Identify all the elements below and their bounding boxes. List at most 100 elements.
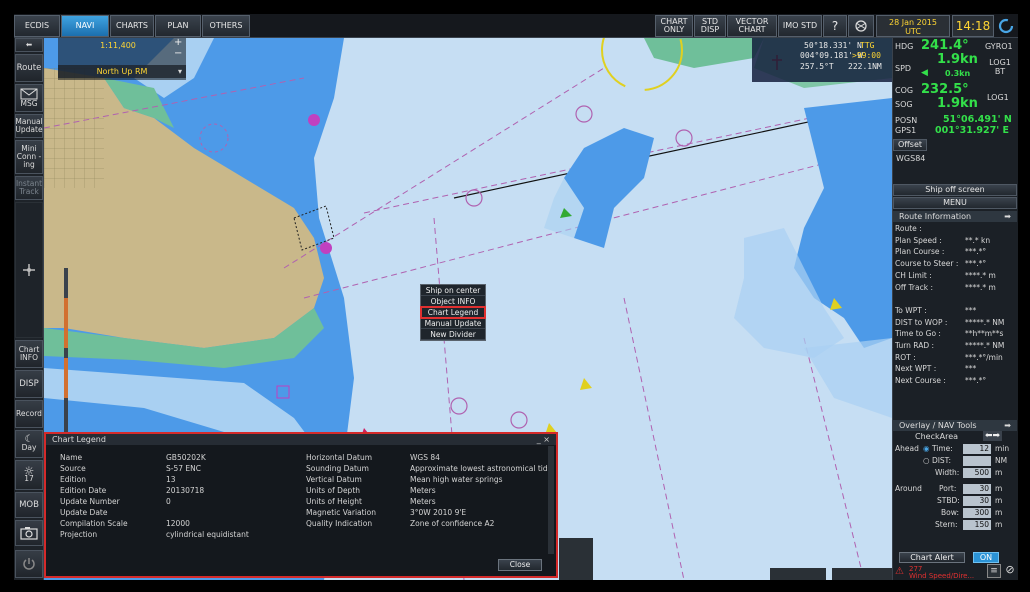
menu-item-manual-update[interactable]: Manual Update	[421, 318, 485, 329]
menu-item-new-divider[interactable]: New Divider	[421, 329, 485, 340]
date-display: 28 Jan 2015 UTC	[876, 15, 950, 37]
disp-button[interactable]: DISP	[15, 370, 43, 398]
imo-std-button[interactable]: IMO STD	[778, 15, 822, 37]
legend-key: Sounding Datum	[306, 464, 369, 473]
power-button[interactable]	[15, 550, 43, 578]
route-button[interactable]: Route	[15, 54, 43, 82]
tab-navi[interactable]: NAVI	[61, 15, 109, 37]
help-icon[interactable]: ?	[823, 15, 847, 37]
legend-key: Name	[60, 453, 83, 462]
route-info-value: *****.* NM	[965, 317, 1005, 327]
back-arrow-icon[interactable]: ⬅	[15, 38, 43, 52]
time-unit: min	[995, 444, 1010, 453]
record-button[interactable]: Record	[15, 400, 43, 428]
menu-item-ship-on-center[interactable]: Ship on center	[421, 285, 485, 296]
check-area-title: CheckArea	[915, 432, 959, 441]
mob-button[interactable]: MOB	[15, 492, 43, 518]
datum-value: WGS84	[896, 154, 926, 163]
cursor-lat: 50°18.331' N	[804, 41, 862, 50]
sog-source: LOG1	[987, 93, 1009, 102]
ttg-label: TTG	[860, 41, 875, 50]
route-info-key: Plan Course :	[895, 247, 945, 257]
radio-time[interactable]: ◉ Time:	[923, 444, 953, 453]
route-info-value: ***	[965, 364, 977, 374]
route-info-value: **.* kn	[965, 235, 991, 245]
mute-icon[interactable]: ⊘	[1003, 564, 1017, 578]
hdg-source: GYRO1	[985, 42, 1013, 51]
vector-chart-button[interactable]: VECTOR CHART	[727, 15, 777, 37]
chart-alert-button[interactable]: Chart Alert	[899, 552, 965, 563]
route-info-value: ***	[965, 305, 977, 315]
sog-label: SOG	[895, 100, 913, 109]
radio-empty-icon: ○	[923, 456, 930, 465]
route-info-key: Route :	[895, 224, 922, 233]
date-text: 28 Jan 2015	[889, 18, 937, 27]
port-input[interactable]: 30	[963, 484, 991, 494]
msg-label: MSG	[20, 99, 38, 108]
orientation-select[interactable]: North Up RM ▾	[58, 65, 186, 78]
list-icon[interactable]: ≡	[987, 564, 1001, 578]
chart-display[interactable]: 1:11,400 + − North Up RM ▾ 50°18.331' N …	[44, 38, 892, 580]
tab-charts[interactable]: CHARTS	[110, 15, 154, 37]
zoom-out-icon[interactable]: −	[174, 49, 184, 60]
legend-scrollbar[interactable]	[548, 446, 554, 554]
width-input[interactable]: 500	[963, 468, 991, 478]
std-disp-button[interactable]: STD DISP	[694, 15, 726, 37]
orientation-value: North Up RM	[96, 67, 148, 76]
tab-plan[interactable]: PLAN	[155, 15, 201, 37]
overlay-tools-header[interactable]: Overlay / NAV Tools ➡	[893, 420, 1017, 431]
spd-sub-value: 0.3kn	[945, 69, 971, 78]
legend-value: WGS 84	[410, 453, 440, 462]
pan-control[interactable]	[15, 202, 43, 338]
bow-input[interactable]: 300	[963, 508, 991, 518]
legend-value: Zone of confidence A2	[410, 519, 495, 528]
satellite-icon[interactable]	[848, 15, 874, 37]
refresh-icon[interactable]	[997, 17, 1015, 35]
legend-key: Edition	[60, 475, 86, 484]
close-button[interactable]: Close	[498, 559, 542, 571]
instant-track-button[interactable]: Instant Track	[15, 176, 43, 200]
scale-panel: 1:11,400 + − North Up RM ▾	[58, 38, 186, 80]
menu-item-chart-legend[interactable]: Chart Legend	[420, 306, 486, 319]
overlay-tools-title: Overlay / NAV Tools	[899, 421, 977, 430]
ship-off-screen-button[interactable]: Ship off screen	[893, 184, 1017, 196]
manual-update-button[interactable]: Manual Update	[15, 114, 43, 138]
dist-input[interactable]	[963, 456, 991, 466]
brightness-button[interactable]: ☼ 17	[15, 460, 43, 490]
chart-alert-toggle[interactable]: ON	[973, 552, 999, 563]
menu-item-object-info[interactable]: Object INFO	[421, 296, 485, 307]
tab-others[interactable]: OTHERS	[202, 15, 250, 37]
time-input[interactable]: 12	[963, 444, 991, 454]
dist-unit: NM	[995, 456, 1008, 465]
legend-key: Horizontal Datum	[306, 453, 373, 462]
route-info-key: Turn RAD :	[895, 341, 935, 350]
radio-dist[interactable]: ○ DIST:	[923, 456, 951, 465]
longitude-value: 001°31.927' E	[935, 125, 1009, 136]
chart-info-button[interactable]: Chart INFO	[15, 340, 43, 368]
camera-button[interactable]	[15, 520, 43, 546]
route-info-header[interactable]: Route Information ➡	[893, 211, 1017, 222]
route-info-key: Time to Go :	[895, 329, 941, 339]
offset-button[interactable]: Offset	[893, 139, 927, 151]
day-mode-button[interactable]: ☾ Day	[15, 430, 43, 458]
mini-conning-button[interactable]: Mini Conn -ing	[15, 140, 43, 174]
alert-text[interactable]: Wind Speed/Dire...	[909, 572, 974, 580]
minimize-close-icon[interactable]: _ ×	[537, 434, 550, 445]
tab-ecdis[interactable]: ECDIS	[14, 15, 60, 37]
chart-legend-dialog: Chart Legend _ × Name GB50202K Source S-…	[44, 432, 558, 578]
route-info-value: *****.* NM	[965, 341, 1005, 350]
zoom-in-icon[interactable]: +	[174, 38, 184, 48]
arrows-icon[interactable]: ⬅➡	[983, 431, 1003, 441]
day-label: Day	[21, 443, 37, 452]
menu-button[interactable]: MENU	[893, 197, 1017, 209]
stbd-unit: m	[995, 496, 1003, 505]
camera-icon	[20, 527, 38, 540]
stern-input[interactable]: 150	[963, 520, 991, 530]
legend-value: Meters	[410, 497, 436, 506]
cursor-rng: 222.1NM	[848, 62, 882, 71]
legend-value: cylindrical equidistant	[166, 530, 249, 539]
stbd-input[interactable]: 30	[963, 496, 991, 506]
msg-button[interactable]: MSG	[15, 84, 43, 112]
chart-only-button[interactable]: CHART ONLY	[655, 15, 693, 37]
latitude-value: 51°06.491' N	[943, 114, 1012, 125]
